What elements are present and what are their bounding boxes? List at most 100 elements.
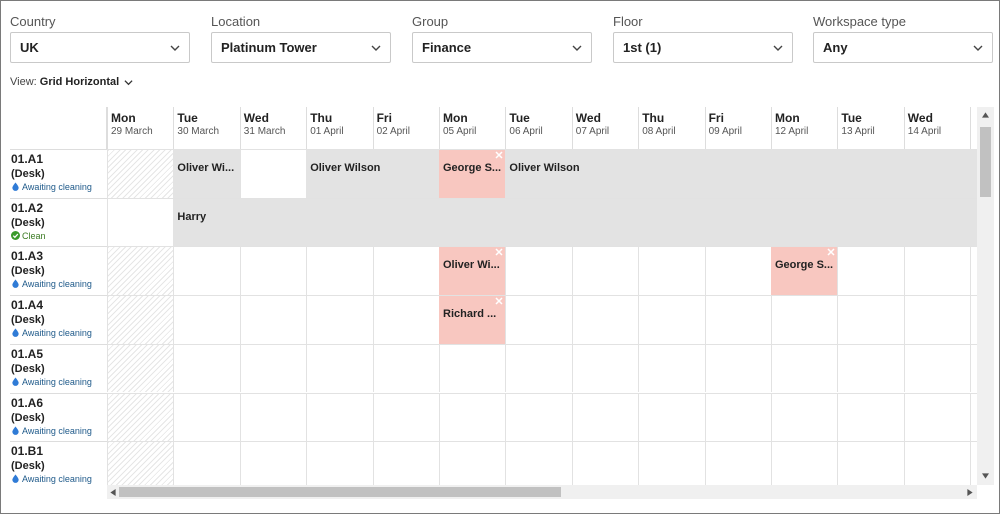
booking-pending[interactable]: Richard ... bbox=[439, 295, 506, 344]
horizontal-scrollbar[interactable] bbox=[107, 485, 977, 499]
scroll-up-icon[interactable] bbox=[982, 112, 989, 118]
grid-cell[interactable] bbox=[306, 295, 373, 344]
grid-cell[interactable] bbox=[638, 343, 705, 393]
grid-cell[interactable] bbox=[439, 392, 506, 442]
grid-cell[interactable] bbox=[704, 343, 771, 393]
grid-cell[interactable] bbox=[173, 246, 240, 296]
scroll-left-icon[interactable] bbox=[110, 489, 116, 496]
scroll-down-icon[interactable] bbox=[982, 473, 989, 479]
grid-cell[interactable] bbox=[439, 343, 506, 393]
grid-cell[interactable] bbox=[372, 441, 439, 485]
grid-cell[interactable] bbox=[239, 295, 307, 344]
grid-cell[interactable] bbox=[239, 149, 307, 198]
grid-cell[interactable] bbox=[704, 441, 771, 485]
workspace-type-dropdown[interactable]: Any bbox=[813, 32, 993, 63]
grid-cell[interactable] bbox=[704, 392, 771, 442]
filter-group: Group Finance bbox=[412, 13, 592, 63]
grid-cell[interactable] bbox=[239, 343, 307, 393]
grid-cell[interactable] bbox=[903, 343, 971, 393]
chevron-down-icon bbox=[973, 45, 983, 51]
close-icon[interactable] bbox=[495, 151, 503, 159]
day-name: Mon bbox=[775, 111, 800, 125]
close-icon[interactable] bbox=[827, 248, 835, 256]
grid-cell[interactable] bbox=[306, 441, 373, 485]
grid-cell[interactable] bbox=[505, 441, 572, 485]
grid-cell[interactable] bbox=[173, 295, 240, 344]
view-selector[interactable]: View: Grid Horizontal bbox=[10, 74, 133, 90]
grid-cell[interactable] bbox=[239, 392, 307, 442]
grid-cell[interactable] bbox=[306, 392, 373, 442]
grid-cell[interactable] bbox=[173, 441, 240, 485]
grid-cell[interactable] bbox=[173, 343, 240, 393]
grid-cell[interactable] bbox=[239, 246, 307, 296]
grid-cell[interactable] bbox=[571, 343, 639, 393]
grid-cell[interactable] bbox=[173, 392, 240, 442]
booking[interactable]: Oliver Wilson bbox=[505, 149, 978, 198]
grid-cell[interactable] bbox=[771, 392, 838, 442]
grid-cell[interactable] bbox=[638, 441, 705, 485]
grid-cell[interactable] bbox=[372, 295, 439, 344]
row-label-01-a4[interactable]: 01.A4 (Desk) Awaiting cleaning bbox=[10, 295, 107, 344]
grid-cell[interactable] bbox=[837, 295, 904, 344]
grid-cell[interactable] bbox=[107, 197, 174, 247]
grid-cell[interactable] bbox=[638, 392, 705, 442]
grid-cell[interactable] bbox=[372, 392, 439, 442]
booking[interactable]: Oliver Wi... bbox=[173, 149, 240, 198]
booking[interactable]: Harry bbox=[173, 197, 978, 247]
day-header: Fri 09 April bbox=[704, 107, 771, 149]
grid-cell[interactable] bbox=[771, 343, 838, 393]
grid-cell[interactable] bbox=[505, 295, 572, 344]
close-icon[interactable] bbox=[495, 248, 503, 256]
booking-pending[interactable]: George S... bbox=[439, 149, 506, 198]
grid-cell[interactable] bbox=[439, 441, 506, 485]
location-dropdown[interactable]: Platinum Tower bbox=[211, 32, 391, 63]
cleaning-status-text: Awaiting cleaning bbox=[22, 425, 92, 436]
grid-cell[interactable] bbox=[372, 246, 439, 296]
grid-cell[interactable] bbox=[837, 392, 904, 442]
row-label-01-a5[interactable]: 01.A5 (Desk) Awaiting cleaning bbox=[10, 343, 107, 393]
schedule-grid: Mon 29 March Tue 30 March Wed 31 March Thu 01 A… bbox=[10, 107, 978, 485]
country-dropdown[interactable]: UK bbox=[10, 32, 190, 63]
grid-cell[interactable] bbox=[704, 295, 771, 344]
dropdown-value: Finance bbox=[422, 40, 472, 55]
vertical-scroll-thumb[interactable] bbox=[980, 127, 991, 197]
vertical-scrollbar[interactable] bbox=[977, 107, 994, 485]
close-icon[interactable] bbox=[495, 297, 503, 305]
group-dropdown[interactable]: Finance bbox=[412, 32, 592, 63]
grid-cell[interactable] bbox=[837, 246, 904, 296]
booking-pending[interactable]: Oliver Wi... bbox=[439, 246, 506, 296]
grid-cell[interactable] bbox=[505, 392, 572, 442]
grid-cell[interactable] bbox=[306, 246, 373, 296]
row-label-01-a6[interactable]: 01.A6 (Desk) Awaiting cleaning bbox=[10, 392, 107, 442]
grid-cell[interactable] bbox=[505, 343, 572, 393]
day-name: Thu bbox=[642, 111, 665, 125]
grid-cell[interactable] bbox=[903, 392, 971, 442]
row-label-01-a1[interactable]: 01.A1 (Desk) Awaiting cleaning bbox=[10, 149, 107, 198]
grid-cell[interactable] bbox=[372, 343, 439, 393]
floor-dropdown[interactable]: 1st (1) bbox=[613, 32, 793, 63]
grid-cell[interactable] bbox=[903, 295, 971, 344]
grid-cell[interactable] bbox=[239, 441, 307, 485]
grid-cell[interactable] bbox=[638, 295, 705, 344]
grid-cell[interactable] bbox=[505, 246, 572, 296]
row-label-01-a2[interactable]: 01.A2 (Desk) Clean bbox=[10, 197, 107, 247]
grid-cell[interactable] bbox=[903, 441, 971, 485]
grid-cell[interactable] bbox=[704, 246, 771, 296]
grid-cell[interactable] bbox=[571, 295, 639, 344]
grid-cell[interactable] bbox=[571, 246, 639, 296]
grid-cell[interactable] bbox=[837, 343, 904, 393]
booking-pending[interactable]: George S... bbox=[771, 246, 838, 296]
grid-cell[interactable] bbox=[771, 441, 838, 485]
booking[interactable]: Oliver Wilson bbox=[306, 149, 439, 198]
grid-cell[interactable] bbox=[638, 246, 705, 296]
grid-cell[interactable] bbox=[837, 441, 904, 485]
grid-cell[interactable] bbox=[571, 441, 639, 485]
row-label-01-a3[interactable]: 01.A3 (Desk) Awaiting cleaning bbox=[10, 246, 107, 295]
grid-cell[interactable] bbox=[771, 295, 838, 344]
grid-cell[interactable] bbox=[306, 343, 373, 393]
scroll-right-icon[interactable] bbox=[967, 489, 973, 496]
grid-cell[interactable] bbox=[903, 246, 971, 296]
horizontal-scroll-thumb[interactable] bbox=[119, 487, 561, 497]
row-label-01-b1[interactable]: 01.B1 (Desk) Awaiting cleaning bbox=[10, 441, 107, 485]
grid-cell[interactable] bbox=[571, 392, 639, 442]
